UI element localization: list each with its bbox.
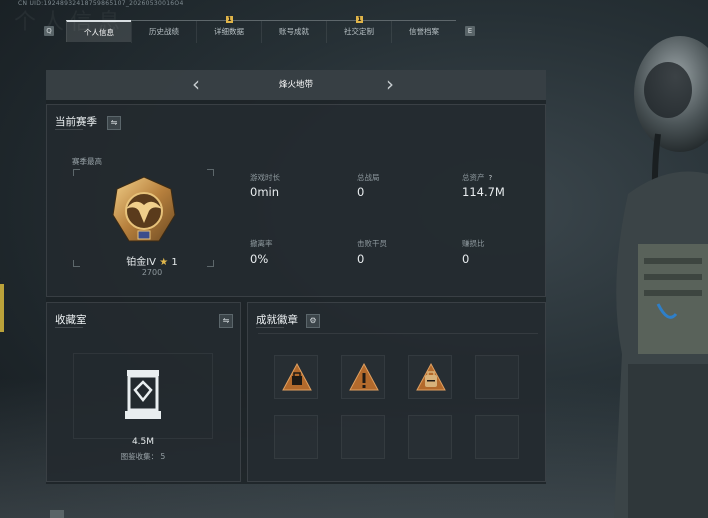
- tab-bar: Q 个人信息 历史战绩 1 详细数据 账号成就 1 社交定制 信誉档案 E: [44, 16, 478, 43]
- platinum-rank-emblem-icon: [112, 176, 176, 242]
- vault-collection-count: 图鉴收集： 5: [120, 452, 166, 461]
- vault-value: 4.5M: [131, 437, 155, 447]
- stat-label-total-assets: 总资产?: [462, 172, 497, 183]
- badge-bag-icon: [282, 362, 312, 391]
- badge-slot-empty[interactable]: [408, 415, 452, 459]
- notice-badge: 1: [226, 16, 233, 23]
- stat-label-extract-rate: 撤离率: [250, 239, 273, 248]
- tab-credit-record[interactable]: 信誉档案: [391, 21, 456, 43]
- frame-corner: [73, 260, 80, 267]
- tab-achievements[interactable]: 账号成就: [261, 21, 326, 43]
- stat-value-kills: 0: [357, 252, 365, 266]
- achievement-badges-card: 成就徽章 ⚙: [247, 302, 546, 482]
- season-title: 当前赛季: [55, 116, 97, 128]
- frame-corner: [73, 169, 80, 176]
- tab-detailed-data[interactable]: 1 详细数据: [196, 16, 261, 43]
- badge-slot-empty[interactable]: [475, 415, 519, 459]
- stat-value-total-matches: 0: [357, 185, 365, 199]
- stat-label-profit-ratio: 赚损比: [462, 239, 485, 248]
- badge-slot-empty[interactable]: [341, 415, 385, 459]
- vault-title: 收藏室: [55, 314, 87, 326]
- swap-icon[interactable]: ⇋: [219, 314, 233, 328]
- rank-name: 铂金IV ★ 1: [126, 257, 178, 268]
- tab-next-key[interactable]: E: [465, 26, 475, 36]
- left-edge-strip: [0, 284, 4, 332]
- badges-title: 成就徽章: [256, 314, 298, 326]
- stat-label-kills: 击败干员: [357, 239, 387, 248]
- title-underline: [55, 327, 83, 328]
- map-selector: ‹ 烽火地带 ›: [46, 70, 546, 100]
- badge-slot[interactable]: [341, 355, 385, 399]
- title-underline: [55, 129, 83, 130]
- uid-text: CN UID:19248932418759865107_20260530016O…: [18, 0, 184, 7]
- map-name: 烽火地带: [278, 80, 313, 90]
- gear-icon[interactable]: ⚙: [306, 314, 320, 328]
- title-underline: [256, 327, 284, 328]
- badge-backpack-icon: [416, 362, 446, 391]
- stat-value-profit-ratio: 0: [462, 252, 470, 266]
- chevron-right-icon[interactable]: ›: [386, 74, 394, 94]
- stat-label-total-matches: 总战局: [357, 173, 380, 182]
- swap-icon[interactable]: ⇋: [107, 116, 121, 130]
- help-icon[interactable]: ?: [489, 174, 497, 182]
- display-case-icon[interactable]: [123, 369, 163, 421]
- badge-slot-empty[interactable]: [274, 415, 318, 459]
- stat-value-playtime: 0min: [250, 185, 280, 199]
- tab-personal-info[interactable]: 个人信息: [66, 20, 131, 42]
- badge-slot-empty[interactable]: [475, 355, 519, 399]
- stat-label-playtime: 游戏时长: [250, 173, 280, 182]
- star-icon: ★: [159, 257, 169, 268]
- stat-value-extract-rate: 0%: [250, 252, 269, 266]
- season-best-label: 赛季最高: [72, 157, 102, 166]
- operator-character: [614, 36, 708, 518]
- notice-badge: 1: [356, 16, 363, 23]
- tabs: 个人信息 历史战绩 1 详细数据 账号成就 1 社交定制 信誉档案: [66, 16, 456, 43]
- frame-corner: [207, 169, 214, 176]
- badge-slot[interactable]: [408, 355, 452, 399]
- season-card: 当前赛季 ⇋ 赛季最高 铂金IV ★ 1 2700 游戏时长 0min 总战局: [46, 104, 546, 297]
- badge-exclamation-icon: [349, 362, 379, 391]
- profile-panel: ‹ 烽火地带 › 当前赛季 ⇋ 赛季最高 铂金IV ★ 1 2700 游戏时长 …: [46, 70, 546, 484]
- bottom-hint-key: [50, 510, 64, 518]
- stat-value-total-assets: 114.7M: [462, 185, 505, 199]
- vault-card: 收藏室 ⇋ 4.5M 图鉴收集： 5: [46, 302, 241, 482]
- tab-prev-key[interactable]: Q: [44, 26, 54, 36]
- rank-score: 2700: [141, 268, 163, 277]
- badge-slot[interactable]: [274, 355, 318, 399]
- frame-corner: [207, 260, 214, 267]
- tab-match-history[interactable]: 历史战绩: [131, 21, 196, 43]
- tab-social-custom[interactable]: 1 社交定制: [326, 16, 391, 43]
- divider: [258, 333, 538, 334]
